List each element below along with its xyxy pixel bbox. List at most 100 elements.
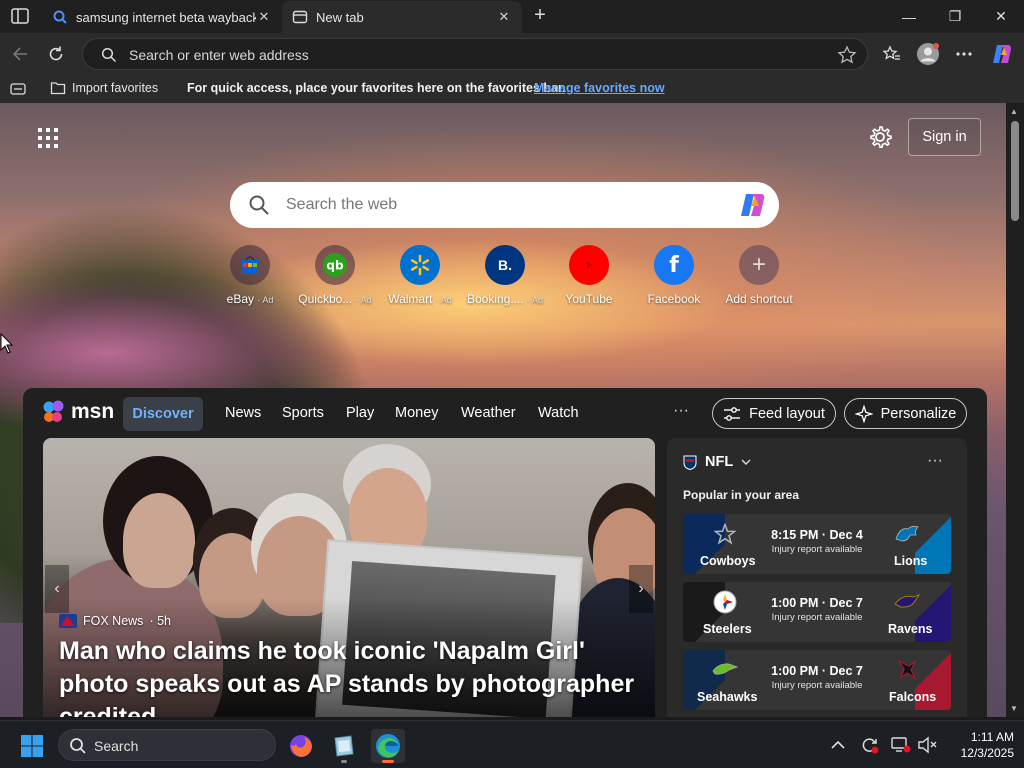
edge-icon bbox=[376, 734, 400, 758]
nfl-title: NFL bbox=[705, 454, 734, 470]
tab-actions-icon[interactable] bbox=[10, 83, 26, 95]
source-name: FOX News bbox=[83, 614, 144, 628]
favorites-button[interactable] bbox=[878, 41, 906, 67]
new-tab-button[interactable]: + bbox=[530, 5, 550, 26]
sliders-icon bbox=[724, 406, 741, 421]
fox-news-logo-icon bbox=[59, 614, 77, 628]
game-card[interactable]: 1:00 PM · Dec 7 Injury report available … bbox=[683, 582, 951, 642]
nav-discover[interactable]: Discover bbox=[123, 397, 203, 431]
tab-title: samsung internet beta wayback m bbox=[76, 9, 256, 25]
sidebar-toggle-icon[interactable] bbox=[10, 7, 30, 25]
sign-in-button[interactable]: Sign in bbox=[908, 118, 981, 156]
tab-new-tab[interactable]: New tab ✕ bbox=[282, 1, 522, 33]
taskbar-search[interactable]: Search bbox=[58, 729, 276, 761]
feed-layout-button[interactable]: Feed layout bbox=[712, 398, 836, 429]
app-launcher-icon[interactable] bbox=[37, 127, 59, 149]
shortcut-add[interactable]: + Add shortcut bbox=[716, 245, 802, 306]
shortcut-label: eBay bbox=[226, 292, 254, 306]
game-time: 1:00 PM · Dec 7 bbox=[771, 664, 863, 678]
story-source[interactable]: FOX News · 5h bbox=[59, 614, 171, 628]
refresh-button[interactable] bbox=[42, 41, 70, 67]
back-arrow-icon bbox=[12, 47, 27, 61]
home-team: Cowboys bbox=[700, 554, 756, 568]
shortcut-label: Facebook bbox=[647, 292, 701, 306]
hero-story-card[interactable]: ‹ › FOX News · 5h Man who claims he took… bbox=[43, 438, 655, 717]
away-team: Lions bbox=[894, 554, 928, 568]
volume-muted-icon[interactable] bbox=[917, 735, 937, 755]
address-bar[interactable]: Search or enter web address bbox=[82, 38, 868, 70]
nav-more-button[interactable]: ··· bbox=[673, 402, 689, 420]
shortcut-ebay[interactable]: eBay · Ad bbox=[207, 245, 293, 306]
tab-close-icon[interactable]: ✕ bbox=[496, 9, 512, 25]
nav-watch[interactable]: Watch bbox=[538, 405, 579, 421]
search-icon bbox=[70, 738, 86, 754]
ad-badge: · Ad bbox=[355, 295, 372, 305]
close-window-button[interactable]: ✕ bbox=[978, 0, 1024, 33]
nav-news[interactable]: News bbox=[225, 405, 261, 421]
minimize-button[interactable]: — bbox=[886, 0, 932, 33]
ebay-icon bbox=[230, 245, 270, 285]
copilot-icon[interactable] bbox=[737, 191, 769, 219]
more-menu-button[interactable] bbox=[950, 41, 978, 67]
favorite-star-icon[interactable] bbox=[837, 45, 857, 65]
nav-money[interactable]: Money bbox=[395, 405, 439, 421]
restore-button[interactable]: ❐ bbox=[932, 0, 978, 33]
system-clock[interactable]: 1:11 AM 12/3/2025 bbox=[944, 729, 1014, 761]
feed-layout-label: Feed layout bbox=[749, 405, 825, 422]
import-favorites-label: Import favorites bbox=[72, 81, 159, 95]
personalize-label: Personalize bbox=[880, 405, 957, 422]
shortcut-label: Booking.... bbox=[466, 292, 524, 306]
nav-play[interactable]: Play bbox=[346, 405, 374, 421]
shortcut-facebook[interactable]: f Facebook bbox=[631, 245, 717, 306]
network-icon[interactable] bbox=[891, 735, 911, 755]
away-team: Falcons bbox=[889, 690, 937, 704]
story-headline[interactable]: Man who claims he took iconic 'Napalm Gi… bbox=[59, 635, 644, 717]
msn-logo[interactable]: msn bbox=[43, 400, 114, 424]
nfl-header[interactable]: NFL bbox=[683, 454, 751, 470]
tab-close-icon[interactable]: ✕ bbox=[256, 9, 272, 25]
sync-alert-icon[interactable] bbox=[860, 735, 880, 755]
firefox-taskbar-button[interactable] bbox=[284, 729, 318, 763]
favorites-bar: Import favorites For quick access, place… bbox=[0, 75, 1024, 103]
personalize-button[interactable]: Personalize bbox=[844, 398, 967, 429]
taskbar-search-label: Search bbox=[94, 738, 139, 754]
shortcut-youtube[interactable]: YouTube bbox=[546, 245, 632, 306]
scroll-up-icon[interactable]: ▲ bbox=[1010, 107, 1018, 116]
away-team: Ravens bbox=[888, 622, 933, 636]
source-age: · 5h bbox=[149, 614, 171, 628]
shortcut-quickbooks[interactable]: qb Quickbo... · Ad bbox=[292, 245, 378, 306]
carousel-next-button[interactable]: › bbox=[629, 565, 653, 613]
app-taskbar-button[interactable] bbox=[327, 729, 361, 763]
scrollbar-thumb[interactable] bbox=[1011, 121, 1019, 221]
tab-samsung[interactable]: samsung internet beta wayback m ✕ bbox=[42, 1, 282, 33]
back-button[interactable] bbox=[6, 41, 34, 67]
manage-favorites-link[interactable]: Manage favorites now bbox=[534, 81, 665, 95]
nav-sports[interactable]: Sports bbox=[282, 405, 324, 421]
tab-title: New tab bbox=[316, 9, 364, 25]
import-favorites-button[interactable]: Import favorites bbox=[50, 80, 158, 96]
more-dots-icon bbox=[956, 52, 972, 56]
shortcut-booking[interactable]: B. Booking.... · Ad bbox=[462, 245, 548, 306]
web-search-placeholder: Search the web bbox=[286, 196, 398, 213]
msn-butterfly-icon bbox=[43, 400, 64, 422]
carousel-prev-button[interactable]: ‹ bbox=[45, 565, 69, 613]
copilot-button[interactable] bbox=[988, 41, 1016, 67]
shortcut-walmart[interactable]: Walmart · Ad bbox=[377, 245, 463, 306]
page-scrollbar[interactable]: ▲ ▼ bbox=[1006, 103, 1024, 717]
profile-button[interactable] bbox=[914, 41, 942, 67]
windows-start-icon[interactable] bbox=[20, 734, 44, 758]
scroll-down-icon[interactable]: ▼ bbox=[1010, 704, 1018, 713]
settings-gear-icon[interactable] bbox=[866, 123, 894, 151]
edge-taskbar-button[interactable] bbox=[371, 729, 405, 763]
game-card[interactable]: 8:15 PM · Dec 4 Injury report available … bbox=[683, 514, 951, 574]
search-favicon-icon bbox=[53, 10, 67, 24]
chevron-down-icon bbox=[741, 459, 751, 465]
nav-weather[interactable]: Weather bbox=[461, 405, 516, 421]
import-folder-icon bbox=[50, 82, 66, 95]
game-card[interactable]: 1:00 PM · Dec 7 Injury report available … bbox=[683, 650, 951, 710]
nfl-shield-icon bbox=[683, 455, 697, 470]
web-search-box[interactable]: Search the web bbox=[230, 182, 779, 228]
show-hidden-icons-icon[interactable] bbox=[828, 735, 848, 755]
search-icon bbox=[101, 47, 117, 63]
nfl-more-button[interactable]: ··· bbox=[927, 452, 943, 470]
